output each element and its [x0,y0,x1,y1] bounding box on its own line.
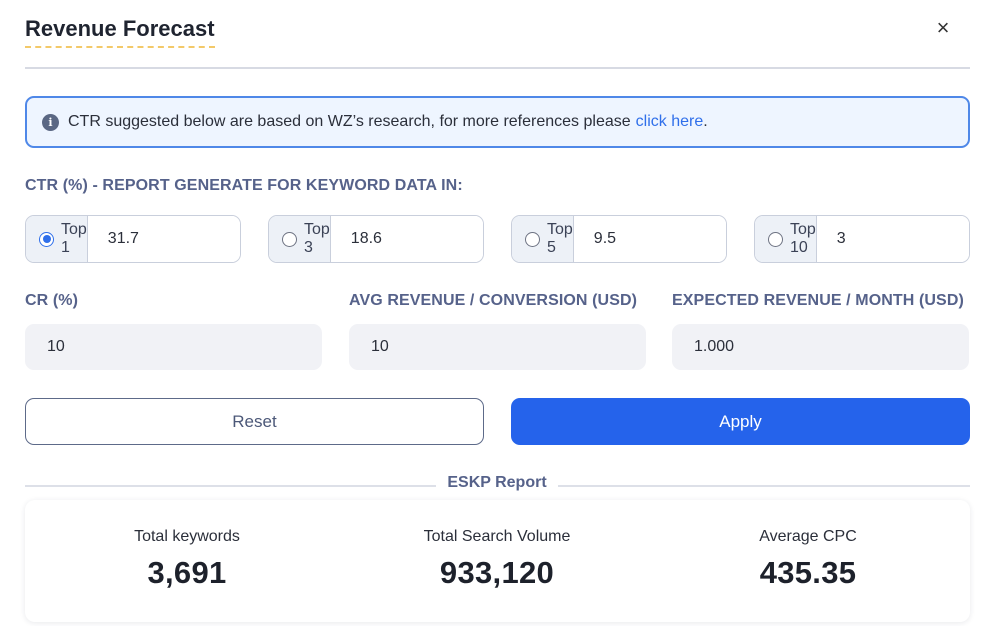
info-icon: i [42,113,59,131]
radio-top-5[interactable]: Top 5 [512,216,574,262]
stat-label: Total keywords [134,528,240,545]
avg-revenue-input[interactable] [349,324,646,370]
stat-value: 3,691 [147,555,227,590]
apply-button[interactable]: Apply [511,398,970,445]
radio-unselected-icon [282,231,297,247]
stat-value: 933,120 [439,555,555,590]
expected-revenue-label: EXPECTED REVENUE / MONTH (USD) [672,292,964,309]
radio-label-top-1: Top 1 [61,221,87,256]
radio-selected-icon [39,231,54,247]
cr-input[interactable] [25,324,322,370]
report-stats-card: Total keywords 3,691 Total Search Volume… [25,500,970,622]
radio-unselected-icon [525,231,540,247]
stat-label: Average CPC [759,528,857,545]
click-here-link[interactable]: click here [636,113,704,131]
cr-label: CR (%) [25,292,79,309]
ctr-input-top-3[interactable] [330,216,483,262]
report-divider-left [25,485,436,487]
ctr-option-top-5: Top 5 [511,215,727,263]
stat-average-cpc: Average CPC 435.35 [658,528,958,591]
report-title: ESKP Report [447,474,547,491]
ctr-input-top-5[interactable] [573,216,726,262]
radio-label-top-5: Top 5 [547,221,573,256]
dialog-title: Revenue Forecast [25,16,215,48]
ctr-input-top-1[interactable] [87,216,240,262]
ctr-option-top-3: Top 3 [268,215,484,263]
close-icon[interactable]: × [930,15,956,41]
stat-total-keywords: Total keywords 3,691 [37,528,337,591]
stat-total-search-volume: Total Search Volume 933,120 [347,528,647,591]
avg-revenue-label: AVG REVENUE / CONVERSION (USD) [349,292,638,309]
radio-top-3[interactable]: Top 3 [269,216,331,262]
expected-revenue-input[interactable] [672,324,969,370]
ctr-section-label: CTR (%) - REPORT GENERATE FOR KEYWORD DA… [25,177,463,194]
radio-top-10[interactable]: Top 10 [755,216,817,262]
radio-label-top-10: Top 10 [790,221,816,256]
radio-unselected-icon [768,231,783,247]
info-banner: i CTR suggested below are based on WZ’s … [25,96,970,148]
radio-label-top-3: Top 3 [304,221,330,256]
stat-value: 435.35 [759,555,857,590]
info-period: . [703,113,708,130]
ctr-option-top-10: Top 10 [754,215,970,263]
report-divider-right [558,485,970,487]
header-divider [25,67,970,69]
stat-label: Total Search Volume [423,528,571,545]
reset-button[interactable]: Reset [25,398,484,445]
info-message: CTR suggested below are based on WZ’s re… [68,113,631,130]
radio-top-1[interactable]: Top 1 [26,216,88,262]
ctr-input-top-10[interactable] [816,216,969,262]
ctr-option-top-1: Top 1 [25,215,241,263]
